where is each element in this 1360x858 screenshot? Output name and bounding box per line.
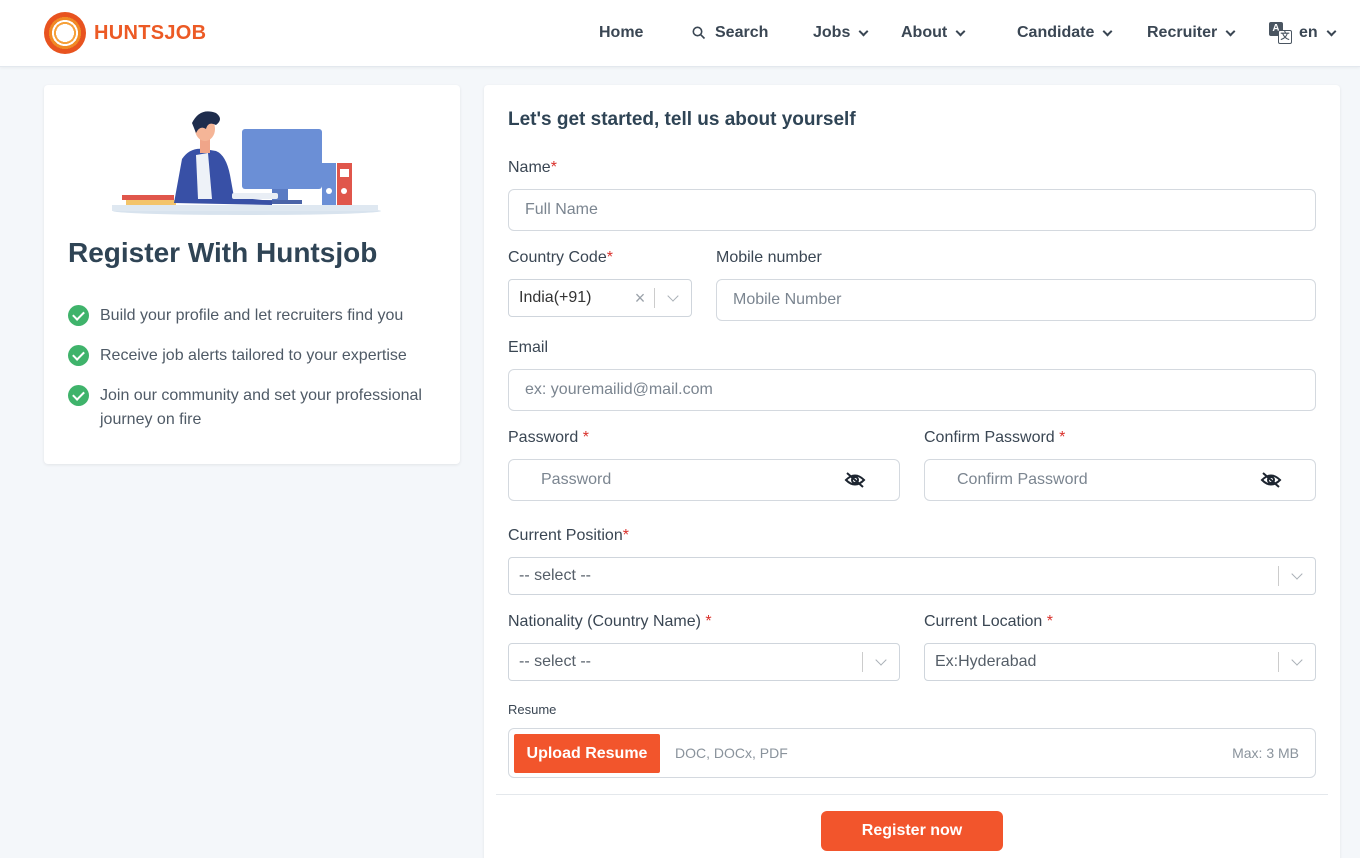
chevron-down-icon: [858, 26, 869, 36]
nav-search-label: Search: [715, 24, 769, 41]
resume-formats: DOC, DOCx, PDF: [675, 745, 788, 761]
current-location-label: Current Location *: [924, 613, 1053, 630]
nav-home-label: Home: [599, 24, 644, 41]
mobile-number-input[interactable]: [716, 279, 1316, 321]
translate-icon: A文: [1269, 22, 1293, 44]
benefit-item: Receive job alerts tailored to your expe…: [68, 344, 438, 368]
divider: [496, 794, 1328, 795]
email-input[interactable]: [508, 369, 1316, 411]
country-code-select[interactable]: India(+91) ×: [508, 279, 692, 317]
mobile-label: Mobile number: [716, 249, 822, 266]
nationality-label: Nationality (Country Name) *: [508, 613, 712, 630]
name-label: Name*: [508, 159, 557, 176]
benefit-text: Join our community and set your professi…: [100, 387, 422, 428]
chevron-down-icon: [1326, 26, 1337, 36]
upload-resume-button[interactable]: Upload Resume: [514, 734, 660, 773]
register-info-card: Register With Huntsjob Build your profil…: [44, 85, 460, 464]
language-label: en: [1299, 24, 1318, 41]
current-position-select[interactable]: -- select --: [508, 557, 1316, 595]
nationality-select[interactable]: -- select --: [508, 643, 900, 681]
search-icon: [692, 26, 706, 40]
nav-about-label: About: [901, 24, 948, 41]
nav-recruiter[interactable]: Recruiter: [1147, 21, 1236, 45]
nav-jobs[interactable]: Jobs: [813, 21, 869, 45]
brand-name: HUNTSJOB: [94, 21, 207, 44]
logo-icon: [44, 12, 86, 54]
resume-label: Resume: [508, 702, 557, 717]
nav-candidate-label: Candidate: [1017, 24, 1095, 41]
chevron-down-icon[interactable]: [863, 644, 899, 680]
registration-form: Let's get started, tell us about yoursel…: [484, 85, 1340, 858]
full-name-input[interactable]: [508, 189, 1316, 231]
nav-about[interactable]: About: [901, 21, 966, 45]
country-code-value: India(+91): [519, 289, 592, 306]
eye-slash-icon[interactable]: [1260, 471, 1282, 489]
current-position-label: Current Position*: [508, 527, 629, 544]
register-title: Register With Huntsjob: [68, 237, 378, 268]
top-navbar: HUNTSJOB Home Search Jobs About Candidat…: [0, 0, 1360, 67]
password-input[interactable]: [508, 459, 900, 501]
benefit-text: Build your profile and let recruiters fi…: [100, 307, 404, 324]
nav-jobs-label: Jobs: [813, 24, 851, 41]
nav-home[interactable]: Home: [599, 21, 643, 45]
language-selector[interactable]: A文 en: [1269, 21, 1337, 45]
chevron-down-icon: [955, 26, 966, 36]
check-circle-icon: [68, 305, 89, 326]
chevron-down-icon[interactable]: [655, 280, 691, 316]
email-label: Email: [508, 339, 549, 356]
clear-icon[interactable]: ×: [626, 288, 654, 309]
nav-candidate[interactable]: Candidate: [1017, 21, 1113, 45]
form-title: Let's get started, tell us about yoursel…: [508, 109, 856, 130]
register-now-button[interactable]: Register now: [821, 811, 1003, 851]
resume-max-size: Max: 3 MB: [1232, 745, 1299, 761]
password-label: Password *: [508, 429, 589, 446]
nav-search[interactable]: Search: [692, 21, 768, 45]
resume-upload: Upload Resume DOC, DOCx, PDF Max: 3 MB: [508, 728, 1316, 778]
current-location-select[interactable]: Ex:Hyderabad: [924, 643, 1316, 681]
nav-recruiter-label: Recruiter: [1147, 24, 1218, 41]
check-circle-icon: [68, 345, 89, 366]
eye-slash-icon[interactable]: [844, 471, 866, 489]
chevron-down-icon[interactable]: [1279, 558, 1315, 594]
chevron-down-icon: [1102, 26, 1113, 36]
current-position-value: -- select --: [519, 567, 591, 584]
person-at-computer-illustration: [112, 111, 381, 215]
benefit-item: Join our community and set your professi…: [68, 384, 428, 432]
confirm-password-label: Confirm Password *: [924, 429, 1066, 446]
current-location-value: Ex:Hyderabad: [935, 653, 1037, 670]
nationality-value: -- select --: [519, 653, 591, 670]
benefit-item: Build your profile and let recruiters fi…: [68, 304, 438, 328]
check-circle-icon: [68, 385, 89, 406]
chevron-down-icon[interactable]: [1279, 644, 1315, 680]
country-code-label: Country Code*: [508, 249, 613, 266]
chevron-down-icon: [1225, 26, 1236, 36]
confirm-password-input[interactable]: [924, 459, 1316, 501]
benefit-text: Receive job alerts tailored to your expe…: [100, 347, 407, 364]
brand-logo[interactable]: HUNTSJOB: [44, 11, 206, 55]
